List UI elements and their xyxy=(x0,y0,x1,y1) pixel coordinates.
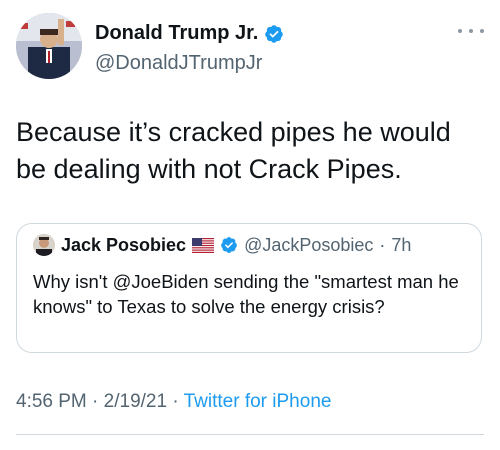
divider xyxy=(16,434,484,435)
quoted-author-avatar[interactable] xyxy=(33,234,55,256)
tweet-source-link[interactable]: Twitter for iPhone xyxy=(184,391,332,412)
profile-photo-icon xyxy=(16,13,82,79)
more-dot xyxy=(458,29,462,33)
quoted-author-handle[interactable]: @JackPosobiec xyxy=(244,235,373,256)
more-dot xyxy=(469,29,473,33)
quoted-tweet-card[interactable]: Jack Posobiec @JackPosobiec · 7h Why isn… xyxy=(16,223,482,353)
quoted-tweet-header: Jack Posobiec @JackPosobiec · 7h xyxy=(33,234,411,256)
author-handle[interactable]: @DonaldJTrumpJr xyxy=(95,52,262,75)
more-dot xyxy=(480,29,484,33)
verified-badge-icon xyxy=(265,24,284,43)
profile-photo-icon xyxy=(33,234,55,256)
verified-badge-icon xyxy=(221,237,237,253)
tweet-time[interactable]: 4:56 PM xyxy=(16,391,87,412)
dot-separator: · xyxy=(379,234,386,255)
tweet-text: Because it’s cracked pipes he would be d… xyxy=(16,117,451,184)
cropped-row xyxy=(16,444,276,450)
quoted-tweet-age[interactable]: 7h xyxy=(391,235,411,256)
author-name[interactable]: Donald Trump Jr. xyxy=(95,22,258,45)
author-avatar[interactable] xyxy=(16,13,82,79)
more-options-icon[interactable] xyxy=(458,24,484,38)
dot-separator: · xyxy=(172,391,179,412)
author-name-row[interactable]: Donald Trump Jr. xyxy=(95,22,284,45)
quoted-tweet-text: Why isn't @JoeBiden sending the "smartes… xyxy=(33,271,459,317)
quoted-author-name[interactable]: Jack Posobiec xyxy=(61,235,186,256)
tweet-date[interactable]: 2/19/21 xyxy=(104,391,167,412)
dot-separator: · xyxy=(92,391,99,412)
tweet-meta: 4:56 PM · 2/19/21 · Twitter for iPhone xyxy=(16,391,331,413)
us-flag-icon xyxy=(192,237,215,253)
